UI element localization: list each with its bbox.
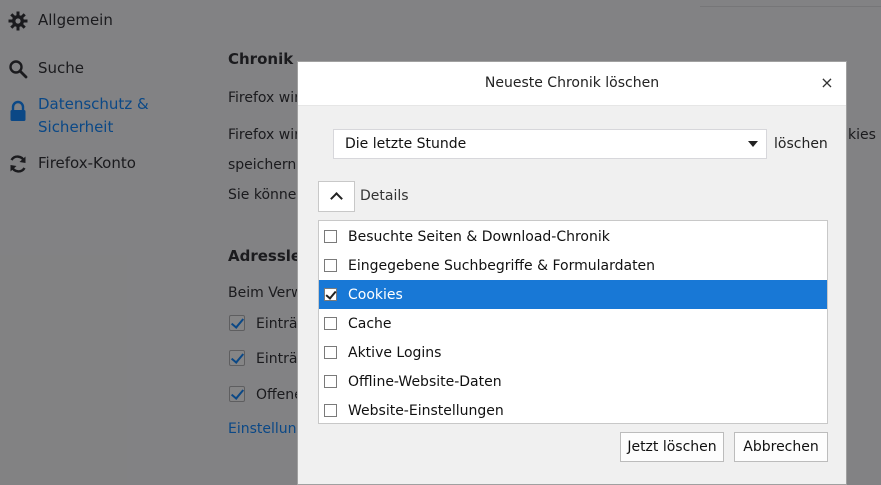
list-item-label: Cookies — [348, 286, 403, 303]
close-icon[interactable]: × — [816, 72, 838, 94]
time-range-suffix: löschen — [774, 136, 828, 152]
list-item-suchbegriffe[interactable]: Eingegebene Suchbegriffe & Formulardaten — [319, 251, 827, 280]
time-range-value: Die letzte Stunde — [345, 136, 467, 152]
chevron-up-icon — [330, 192, 343, 205]
list-item-aktive-logins[interactable]: Aktive Logins — [319, 338, 827, 367]
checkbox-checked[interactable] — [324, 288, 337, 301]
cancel-button[interactable]: Abbrechen — [734, 432, 828, 462]
checkbox[interactable] — [324, 404, 337, 417]
details-toggle-button[interactable] — [318, 181, 355, 212]
dialog-title-text: Neueste Chronik löschen — [484, 75, 660, 91]
checkbox[interactable] — [324, 317, 337, 330]
history-items-list: Besuchte Seiten & Download-Chronik Einge… — [318, 220, 828, 424]
list-item-label: Offline-Website-Daten — [348, 373, 502, 390]
details-label: Details — [360, 188, 409, 204]
checkbox[interactable] — [324, 375, 337, 388]
time-range-select[interactable]: Die letzte Stunde — [333, 129, 767, 159]
checkbox[interactable] — [324, 230, 337, 243]
dialog-title: Neueste Chronik löschen × — [298, 62, 846, 106]
clear-history-dialog: Neueste Chronik löschen × Die letzte Stu… — [297, 61, 847, 485]
list-item-label: Aktive Logins — [348, 344, 442, 361]
list-item-cookies[interactable]: Cookies — [319, 280, 827, 309]
clear-now-button[interactable]: Jetzt löschen — [620, 432, 724, 462]
list-item-label: Cache — [348, 315, 392, 332]
list-item-website-einstellungen[interactable]: Website-Einstellungen — [319, 396, 827, 425]
list-item-label: Besuchte Seiten & Download-Chronik — [348, 228, 610, 245]
checkbox[interactable] — [324, 346, 337, 359]
list-item-label: Website-Einstellungen — [348, 402, 504, 419]
list-item-besuchte-seiten[interactable]: Besuchte Seiten & Download-Chronik — [319, 222, 827, 251]
list-item-offline-daten[interactable]: Offline-Website-Daten — [319, 367, 827, 396]
list-item-cache[interactable]: Cache — [319, 309, 827, 338]
checkbox[interactable] — [324, 259, 337, 272]
chevron-down-icon — [748, 141, 758, 147]
list-item-label: Eingegebene Suchbegriffe & Formulardaten — [348, 257, 656, 274]
